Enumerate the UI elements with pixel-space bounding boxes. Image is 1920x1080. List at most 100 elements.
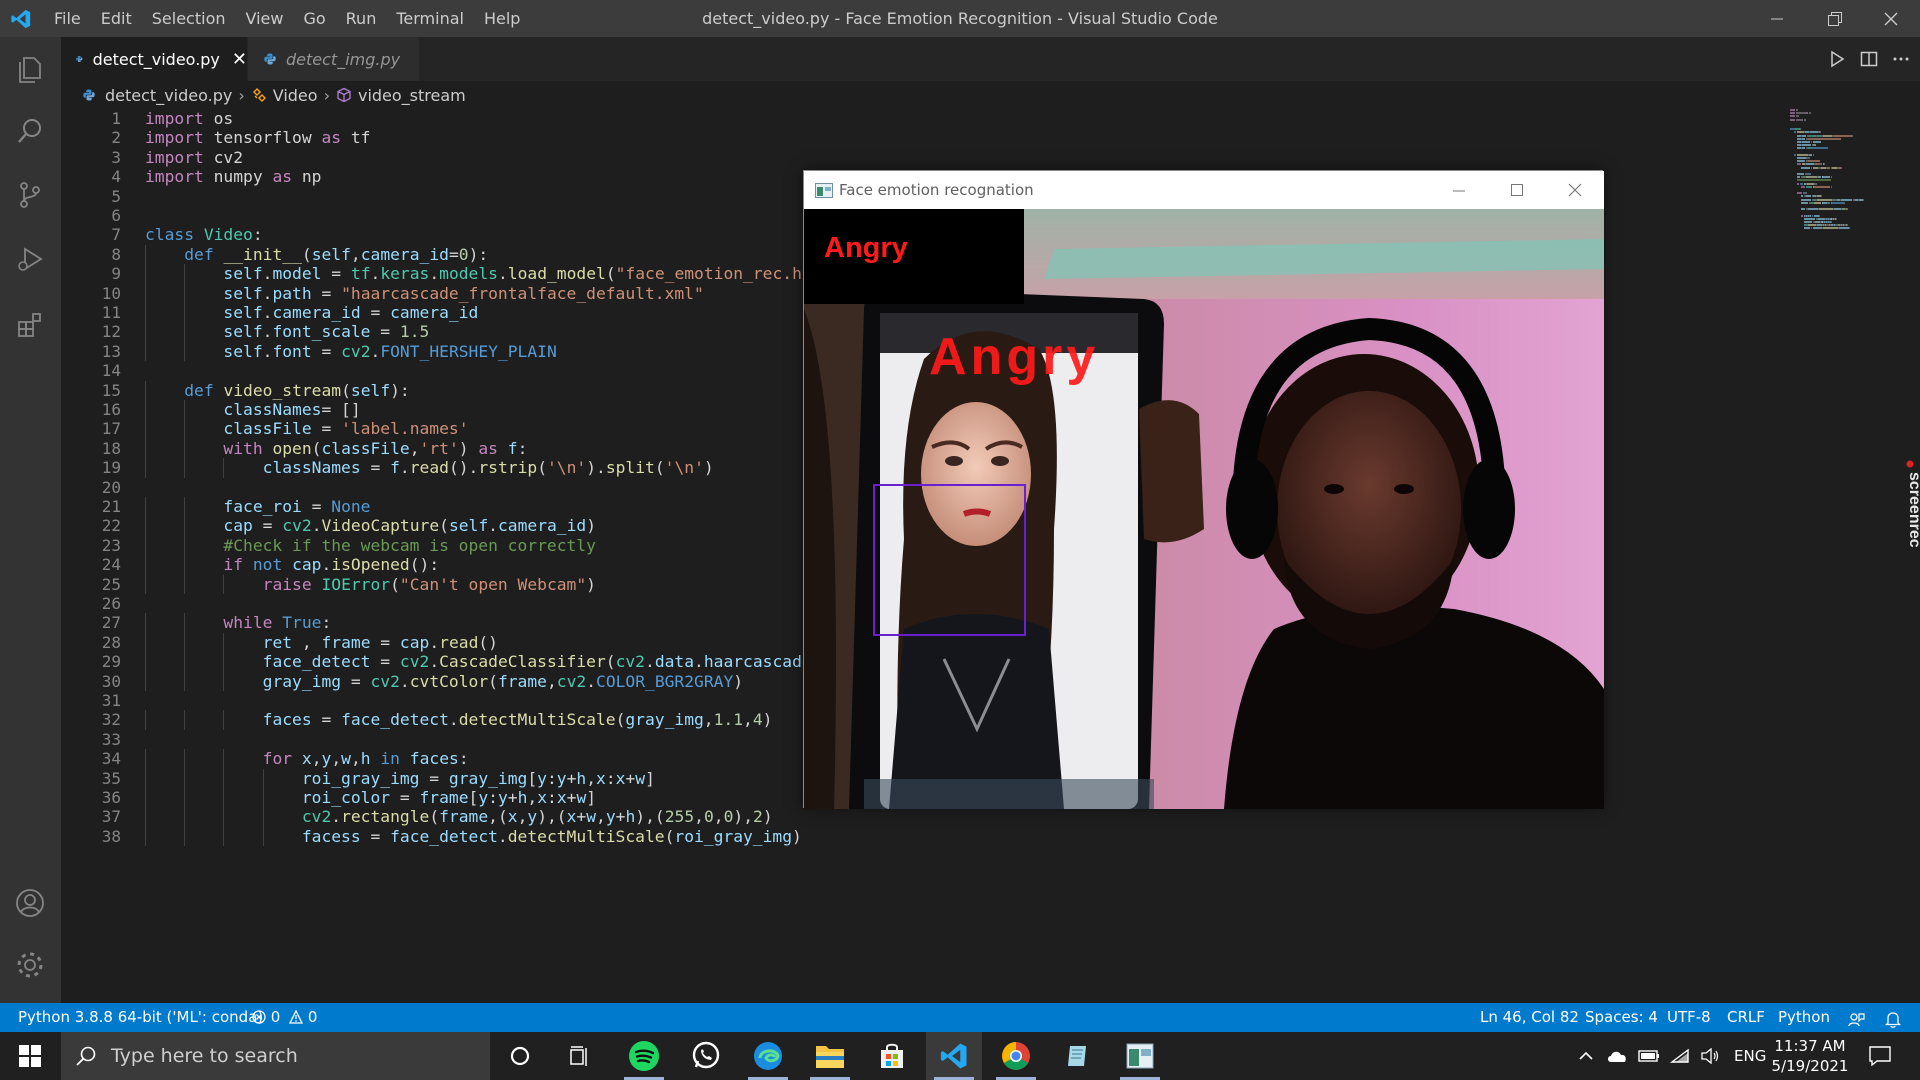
code-line[interactable]: cv2.rectangle(frame,(x,y),(x+w,y+h),(255… <box>145 807 773 826</box>
minimize-button[interactable] <box>1748 0 1806 37</box>
tab-detect-video[interactable]: detect_video.py ✕ <box>61 37 247 81</box>
menu-view[interactable]: View <box>236 0 294 37</box>
code-line[interactable]: class Video: <box>145 225 263 244</box>
chrome-app[interactable] <box>988 1032 1044 1080</box>
python-window-app[interactable] <box>1112 1032 1168 1080</box>
breadcrumb-class[interactable]: Video <box>273 86 318 105</box>
code-line[interactable]: for x,y,w,h in faces: <box>145 749 469 768</box>
explorer-button[interactable] <box>12 51 48 87</box>
breadcrumb-file[interactable]: detect_video.py <box>105 86 232 105</box>
code-line[interactable]: import cv2 <box>145 148 243 167</box>
speaker-icon[interactable] <box>1700 1048 1720 1064</box>
menu-run[interactable]: Run <box>336 0 387 37</box>
onedrive-icon[interactable] <box>1606 1048 1628 1064</box>
vscode-app[interactable] <box>926 1032 982 1080</box>
restore-button[interactable] <box>1806 0 1864 37</box>
code-line[interactable]: self.font = cv2.FONT_HERSHEY_PLAIN <box>145 342 556 361</box>
cursor-position[interactable]: Ln 46, Col 82 <box>1480 1003 1579 1032</box>
close-tab-button[interactable]: ✕ <box>232 49 247 70</box>
taskbar-search[interactable]: Type here to search <box>61 1032 490 1080</box>
code-token: + <box>566 788 577 807</box>
code-line[interactable]: facess = face_detect.detectMultiScale(ro… <box>145 827 802 846</box>
close-window-button[interactable] <box>1862 0 1920 37</box>
source-control-button[interactable] <box>12 177 48 213</box>
code-line[interactable]: def __init__(self,camera_id=0): <box>145 245 488 264</box>
menu-file[interactable]: File <box>44 0 91 37</box>
code-line[interactable]: gray_img = cv2.cvtColor(frame,cv2.COLOR_… <box>145 672 743 691</box>
minimap-token <box>1841 166 1843 169</box>
code-token: cv2 <box>615 652 645 672</box>
minimap-token <box>1819 131 1822 134</box>
whatsapp-app[interactable] <box>678 1032 734 1080</box>
code-token: with <box>223 438 263 458</box>
code-line[interactable]: classNames= [] <box>145 400 360 419</box>
start-button[interactable] <box>2 1032 58 1080</box>
menu-terminal[interactable]: Terminal <box>386 0 474 37</box>
python-interpreter[interactable]: Python 3.8.8 64-bit ('ML': conda) <box>18 1003 263 1032</box>
search-button[interactable] <box>12 113 48 149</box>
menu-help[interactable]: Help <box>474 0 530 37</box>
code-line[interactable]: if not cap.isOpened(): <box>145 555 439 574</box>
minimize-icon[interactable] <box>1452 184 1466 198</box>
menu-edit[interactable]: Edit <box>91 0 142 37</box>
code-line[interactable]: roi_color = frame[y:y+h,x:x+w] <box>145 788 596 807</box>
accounts-button[interactable] <box>12 885 48 921</box>
battery-icon[interactable] <box>1638 1049 1660 1063</box>
menu-selection[interactable]: Selection <box>142 0 236 37</box>
maximize-icon[interactable] <box>1510 183 1524 197</box>
line-number: 22 <box>101 516 121 536</box>
code-line[interactable]: with open(classFile,'rt') as f: <box>145 439 527 458</box>
code-token: y <box>497 788 508 807</box>
split-editor-icon[interactable] <box>1860 50 1878 68</box>
store-app[interactable] <box>864 1032 920 1080</box>
code-line[interactable]: self.camera_id = camera_id <box>145 303 478 322</box>
close-icon[interactable] <box>1568 183 1582 197</box>
code-line[interactable]: roi_gray_img = gray_img[y:y+h,x:x+w] <box>145 769 655 788</box>
notepad-app[interactable] <box>1050 1032 1106 1080</box>
code-line[interactable]: classFile = 'label.names' <box>145 419 468 438</box>
cortana-button[interactable] <box>492 1032 548 1080</box>
clock[interactable]: 11:37 AM 5/19/2021 <box>1760 1036 1860 1076</box>
edge-app[interactable] <box>740 1032 796 1080</box>
manage-button[interactable] <box>12 947 48 983</box>
code-line[interactable]: faces = face_detect.detectMultiScale(gra… <box>145 710 773 729</box>
code-line[interactable]: cap = cv2.VideoCapture(self.camera_id) <box>145 516 596 535</box>
code-token: self <box>223 322 263 342</box>
code-line[interactable]: self.path = "haarcascade_frontalface_def… <box>145 284 703 303</box>
file-encoding[interactable]: UTF-8 <box>1667 1003 1711 1032</box>
code-line[interactable]: face_roi = None <box>145 497 370 516</box>
end-of-line[interactable]: CRLF <box>1727 1003 1765 1032</box>
extensions-button[interactable] <box>12 307 48 343</box>
wifi-icon[interactable] <box>1670 1048 1690 1064</box>
code-line[interactable]: import os <box>145 109 233 128</box>
code-line[interactable]: classNames = f.read().rstrip('\n').split… <box>145 458 714 477</box>
run-file-icon[interactable] <box>1828 50 1846 68</box>
notification-center-button[interactable] <box>1852 1032 1908 1080</box>
chevron-up-icon[interactable] <box>1578 1048 1594 1064</box>
code-line[interactable]: self.font_scale = 1.5 <box>145 322 429 341</box>
code-line[interactable]: def video_stream(self): <box>145 381 410 400</box>
minimap-token <box>1823 134 1833 137</box>
code-line[interactable]: import tensorflow as tf <box>145 128 371 147</box>
code-line[interactable]: import numpy as np <box>145 167 321 186</box>
run-debug-button[interactable] <box>12 241 48 277</box>
file-explorer-app[interactable] <box>802 1032 858 1080</box>
task-view-button[interactable] <box>552 1032 608 1080</box>
code-line[interactable]: ret , frame = cap.read() <box>145 633 498 652</box>
tab-detect-img[interactable]: detect_img.py <box>248 37 419 81</box>
problems-indicator[interactable]: 0 0 <box>252 1003 317 1032</box>
minimap[interactable] <box>1790 109 1900 249</box>
code-line[interactable]: #Check if the webcam is open correctly <box>145 536 595 555</box>
face-emotion-window[interactable]: Face emotion recognation Angry Angry <box>803 170 1604 809</box>
code-line[interactable]: self.model = tf.keras.models.load_model(… <box>145 264 831 283</box>
spotify-app[interactable] <box>616 1032 672 1080</box>
indentation[interactable]: Spaces: 4 <box>1585 1003 1658 1032</box>
menu-go[interactable]: Go <box>293 0 335 37</box>
language-mode[interactable]: Python <box>1778 1003 1830 1032</box>
more-actions-icon[interactable] <box>1892 50 1910 68</box>
breadcrumb-method[interactable]: video_stream <box>358 86 466 105</box>
activity-bar <box>0 37 61 1003</box>
code-line[interactable]: while True: <box>145 613 331 632</box>
code-line[interactable]: raise IOError("Can't open Webcam") <box>145 575 596 594</box>
camera-window-titlebar[interactable]: Face emotion recognation <box>804 171 1604 209</box>
